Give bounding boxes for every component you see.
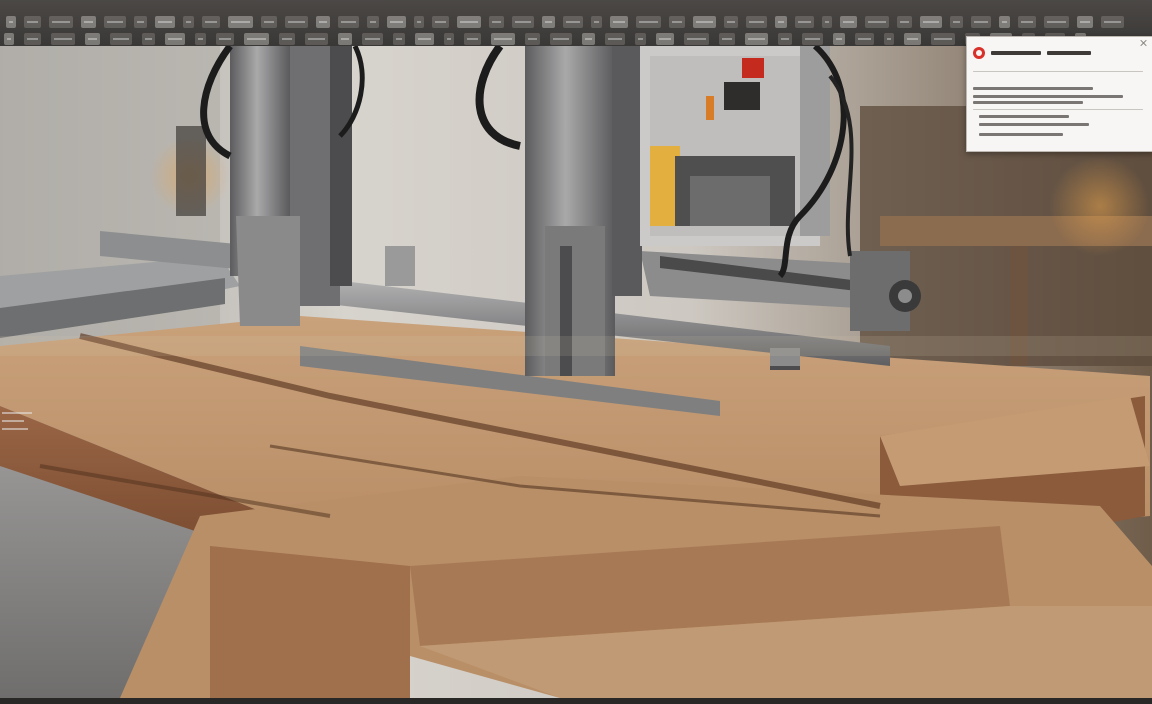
toolbar-tool-icon[interactable] [24, 16, 41, 28]
toolbar-tool-icon[interactable] [897, 16, 912, 28]
toolbar-tool-icon[interactable] [1018, 16, 1036, 28]
toolbar-tool-icon[interactable] [669, 16, 685, 28]
toolbar-tool-icon[interactable] [1101, 16, 1124, 28]
toolbar-tool-icon[interactable] [202, 16, 220, 28]
toolbar-tool-icon[interactable] [999, 16, 1010, 28]
edge-readout-mark [2, 428, 28, 430]
toolbar-tool-icon[interactable] [432, 16, 449, 28]
panel-title [991, 51, 1041, 55]
toolbar-tool-icon[interactable] [24, 33, 41, 45]
toolbar-tool-icon[interactable] [591, 16, 602, 28]
edge-readout-mark [2, 420, 24, 422]
toolbar-tool-icon[interactable] [261, 16, 277, 28]
toolbar-tool-icon[interactable] [134, 16, 147, 28]
toolbar-tool-icon[interactable] [512, 16, 534, 28]
toolbar-tool-icon[interactable] [415, 33, 434, 45]
toolbar-tool-icon[interactable] [228, 16, 253, 28]
toolbar-tool-icon[interactable] [49, 16, 73, 28]
panel-divider [973, 109, 1143, 110]
toolbar-tool-icon[interactable] [489, 16, 504, 28]
panel-line [973, 101, 1083, 104]
toolbar-tool-icon[interactable] [833, 33, 845, 45]
toolbar-tool-icon[interactable] [636, 16, 661, 28]
toolbar-tool-icon[interactable] [904, 33, 921, 45]
toolbar-tool-icon[interactable] [285, 16, 308, 28]
toolbar-tool-icon[interactable] [6, 16, 16, 28]
status-bar [0, 698, 1152, 704]
toolbar-tool-icon[interactable] [85, 33, 100, 45]
panel-title [1047, 51, 1091, 55]
toolbar-tool-icon[interactable] [542, 16, 555, 28]
toolbar-tool-icon[interactable] [387, 16, 406, 28]
panel-line [979, 115, 1069, 118]
toolbar-tool-icon[interactable] [362, 33, 383, 45]
panel-line [973, 95, 1123, 98]
toolbar-tool-icon[interactable] [563, 16, 583, 28]
toolbar-tool-icon[interactable] [550, 33, 572, 45]
toolbar-tool-icon[interactable] [4, 33, 14, 45]
toolbar-tool-icon[interactable] [165, 33, 185, 45]
toolbar-tool-icon[interactable] [865, 16, 889, 28]
toolbar-tool-icon[interactable] [110, 33, 132, 45]
toolbar-tool-icon[interactable] [822, 16, 832, 28]
toolbar-tool-icon[interactable] [244, 33, 269, 45]
toolbar-tool-icon[interactable] [855, 33, 874, 45]
panel-line [979, 123, 1089, 126]
toolbar-tool-icon[interactable] [393, 33, 405, 45]
toolbar-tool-icon[interactable] [338, 16, 359, 28]
toolbar-tool-icon[interactable] [724, 16, 738, 28]
toolbar-tool-icon[interactable] [195, 33, 206, 45]
toolbar-tool-icon[interactable] [920, 16, 942, 28]
toolbar-tool-icon[interactable] [51, 33, 75, 45]
close-icon[interactable] [1139, 39, 1149, 47]
panel-line [973, 87, 1093, 90]
toolbar-tool-icon[interactable] [840, 16, 857, 28]
toolbar-tool-icon[interactable] [104, 16, 126, 28]
toolbar-tool-icon[interactable] [884, 33, 894, 45]
toolbar-tool-icon[interactable] [316, 16, 330, 28]
toolbar-tool-icon[interactable] [183, 16, 194, 28]
toolbar-tool-icon[interactable] [367, 16, 379, 28]
toolbar-tool-icon[interactable] [525, 33, 540, 45]
toolbar-tool-icon[interactable] [142, 33, 155, 45]
toolbar-tool-icon[interactable] [795, 16, 814, 28]
toolbar-tool-icon[interactable] [216, 33, 234, 45]
toolbar-tool-icon[interactable] [745, 33, 768, 45]
toolbar-tool-icon[interactable] [305, 33, 328, 45]
toolbar-tool-icon[interactable] [635, 33, 646, 45]
toolbar-tool-icon[interactable] [1077, 16, 1093, 28]
info-panel[interactable] [966, 36, 1152, 152]
toolbar-tool-icon[interactable] [464, 33, 481, 45]
toolbar-tool-icon[interactable] [414, 16, 424, 28]
toolbar-tool-icon[interactable] [81, 16, 96, 28]
toolbar-tool-icon[interactable] [656, 33, 674, 45]
toolbar-tool-icon[interactable] [338, 33, 352, 45]
toolbar-tool-icon[interactable] [693, 16, 716, 28]
toolbar-tool-icon[interactable] [610, 16, 628, 28]
toolbar-tool-icon[interactable] [605, 33, 625, 45]
toolbar-tool-icon[interactable] [971, 16, 991, 28]
edge-readout-mark [2, 412, 32, 414]
toolbar-tool-icon[interactable] [491, 33, 515, 45]
toolbar-tool-icon[interactable] [155, 16, 175, 28]
toolbar-tool-icon[interactable] [778, 33, 792, 45]
toolbar-tool-icon[interactable] [582, 33, 595, 45]
panel-divider [973, 71, 1143, 72]
toolbar-tool-icon[interactable] [279, 33, 295, 45]
toolbar-tool-icon[interactable] [802, 33, 823, 45]
toolbar-tool-icon[interactable] [684, 33, 709, 45]
toolbar-tool-icon[interactable] [746, 16, 767, 28]
toolbar-tool-icon[interactable] [1044, 16, 1069, 28]
toolbar-tool-icon[interactable] [719, 33, 735, 45]
panel-logo-icon [973, 47, 985, 59]
toolbar-tool-icon[interactable] [444, 33, 454, 45]
toolbar-tool-icon[interactable] [775, 16, 787, 28]
toolbar-tool-icon[interactable] [457, 16, 481, 28]
panel-line [979, 133, 1063, 136]
toolbar-tool-icon[interactable] [950, 16, 963, 28]
toolbar-tool-icon[interactable] [931, 33, 955, 45]
